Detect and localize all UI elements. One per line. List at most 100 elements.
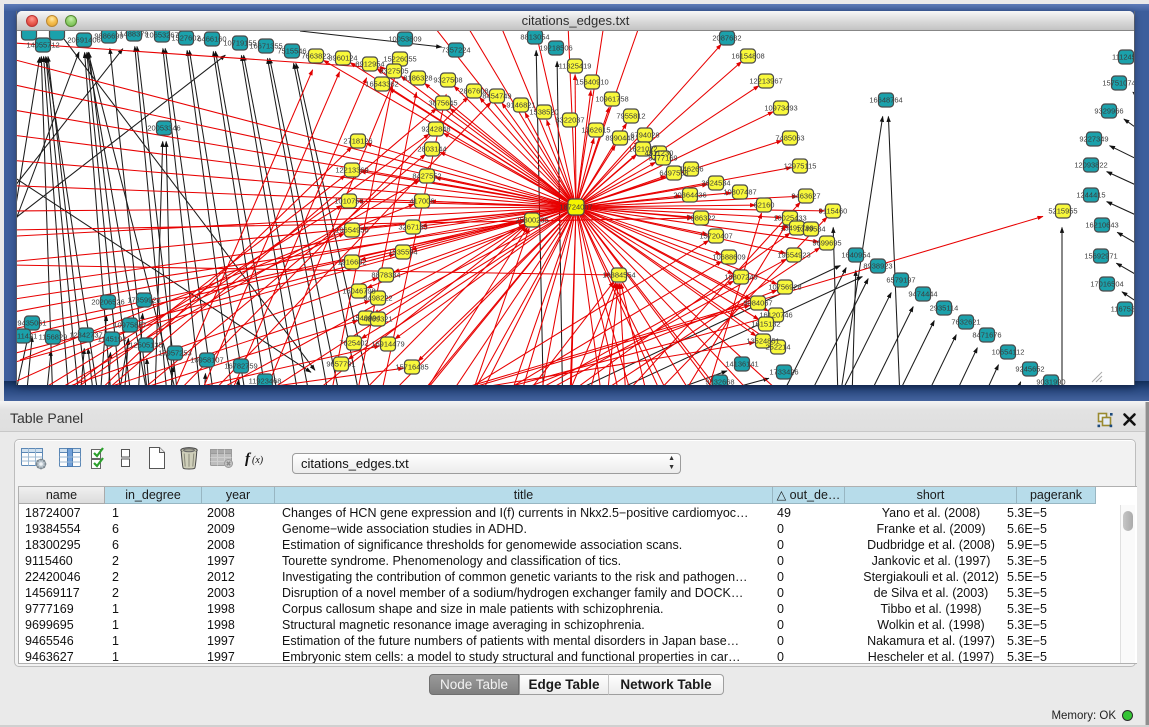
svg-text:17359928: 17359928 — [127, 296, 160, 305]
svg-text:15692971: 15692971 — [1084, 252, 1117, 261]
svg-text:20364436: 20364436 — [673, 191, 706, 200]
svg-text:7986322: 7986322 — [686, 214, 715, 223]
svg-text:10973493: 10973493 — [764, 104, 797, 113]
svg-text:62160: 62160 — [754, 201, 775, 210]
svg-text:15716485: 15716485 — [395, 363, 428, 372]
svg-text:8427552: 8427552 — [412, 172, 441, 181]
svg-text:9242848: 9242848 — [421, 125, 450, 134]
svg-text:9777169: 9777169 — [648, 154, 677, 163]
svg-text:6579197: 6579197 — [886, 276, 915, 285]
svg-text:9227349: 9227349 — [1079, 135, 1108, 144]
svg-text:16782759: 16782759 — [224, 362, 257, 371]
svg-text:6466160: 6466160 — [197, 35, 226, 44]
svg-text:16914479: 16914479 — [371, 340, 404, 349]
svg-text:19384554: 19384554 — [602, 271, 635, 280]
svg-text:3267130: 3267130 — [398, 223, 427, 232]
svg-text:8813054: 8813054 — [520, 33, 549, 42]
svg-text:9657791: 9657791 — [326, 360, 355, 369]
svg-text:10756928: 10756928 — [768, 283, 801, 292]
svg-text:9132668: 9132668 — [705, 378, 734, 385]
svg-text:1640954: 1640954 — [841, 251, 870, 260]
svg-text:15720407: 15720407 — [699, 232, 732, 241]
svg-text:1527602: 1527602 — [171, 34, 200, 43]
svg-text:6794028: 6794028 — [630, 131, 659, 140]
svg-text:8938923: 8938923 — [863, 262, 892, 271]
svg-text:12093822: 12093822 — [1074, 161, 1107, 170]
svg-text:19654923: 19654923 — [777, 251, 810, 260]
svg-text:9474444: 9474444 — [908, 290, 937, 299]
svg-text:252214: 252214 — [765, 343, 790, 352]
svg-text:1145194: 1145194 — [98, 335, 127, 344]
svg-text:1733426: 1733426 — [769, 368, 798, 377]
svg-text:8471676: 8471676 — [972, 331, 1001, 340]
svg-text:10975867: 10975867 — [113, 321, 146, 330]
svg-text:7663822: 7663822 — [301, 52, 330, 61]
svg-text:8878334: 8878334 — [371, 271, 400, 280]
svg-text:15640910: 15640910 — [575, 78, 608, 87]
svg-text:9031990: 9031990 — [1036, 378, 1065, 385]
svg-text:1112458: 1112458 — [1112, 53, 1134, 62]
svg-text:1349584: 1349584 — [796, 225, 825, 234]
svg-text:1244415: 1244415 — [1076, 191, 1105, 200]
svg-text:7357224: 7357224 — [441, 46, 470, 55]
svg-text:25300235: 25300235 — [515, 216, 548, 225]
svg-text:17957253: 17957253 — [158, 349, 191, 358]
svg-text:1156829: 1156829 — [39, 333, 68, 342]
svg-text:1615132: 1615132 — [751, 320, 780, 329]
svg-text:1010755: 1010755 — [334, 197, 363, 206]
svg-text:3875645: 3875645 — [428, 99, 457, 108]
svg-text:7625402: 7625402 — [339, 339, 368, 348]
svg-text:2803144: 2803144 — [417, 145, 446, 154]
svg-text:417006: 417006 — [409, 197, 434, 206]
svg-text:7955812: 7955812 — [616, 112, 645, 121]
svg-text:4869321: 4869321 — [363, 315, 392, 324]
svg-text:9245652: 9245652 — [1015, 365, 1044, 374]
svg-text:16120746: 16120746 — [759, 311, 792, 320]
svg-text:12213967: 12213967 — [749, 77, 782, 86]
svg-text:16543362: 16543362 — [365, 80, 398, 89]
svg-text:3624534: 3624534 — [701, 179, 730, 188]
svg-text:8322037: 8322037 — [555, 116, 584, 125]
svg-text:5215955: 5215955 — [1048, 207, 1077, 216]
svg-text:14055712: 14055712 — [26, 41, 59, 50]
svg-text:15751074: 15751074 — [1102, 79, 1134, 88]
svg-text:16210643: 16210643 — [1085, 221, 1118, 230]
svg-text:19654955: 19654955 — [335, 226, 368, 235]
svg-text:11325419: 11325419 — [559, 62, 592, 71]
svg-text:10025433: 10025433 — [773, 214, 806, 223]
svg-text:9115460: 9115460 — [819, 207, 848, 216]
svg-text:14136141: 14136141 — [725, 360, 758, 369]
svg-text:1538520: 1538520 — [529, 108, 558, 117]
svg-text:9699695: 9699695 — [812, 239, 841, 248]
svg-text:20206526: 20206526 — [91, 298, 124, 307]
svg-text:2718126: 2718126 — [343, 137, 372, 146]
svg-text:8454749: 8454749 — [482, 92, 511, 101]
svg-text:9329966: 9329966 — [1094, 107, 1123, 116]
svg-text:17016504: 17016504 — [1090, 280, 1123, 289]
svg-text:2087682: 2087682 — [712, 34, 741, 43]
svg-text:9435061: 9435061 — [17, 319, 46, 328]
svg-text:3911421: 3911421 — [17, 332, 37, 341]
svg-text:15226055: 15226055 — [383, 55, 416, 64]
svg-text:10053809: 10053809 — [388, 35, 421, 44]
svg-text:12213369: 12213369 — [335, 166, 368, 175]
svg-text:9327508: 9327508 — [433, 76, 462, 85]
svg-text:8186328: 8186328 — [403, 74, 432, 83]
svg-text:1935594: 1935594 — [388, 248, 417, 257]
svg-text:18724007: 18724007 — [559, 203, 592, 212]
svg-text:11923468: 11923468 — [249, 377, 282, 385]
svg-text:1488379: 1488379 — [119, 31, 148, 39]
svg-text:12975115: 12975115 — [784, 162, 817, 171]
svg-text:10688609: 10688609 — [712, 253, 745, 262]
svg-text:16648764: 16648764 — [869, 96, 902, 105]
svg-text:20053346: 20053346 — [147, 124, 180, 133]
svg-text:9498222: 9498222 — [363, 294, 392, 303]
svg-text:(x): (x) — [252, 455, 264, 466]
svg-text:10961758: 10961758 — [595, 95, 628, 104]
svg-text:9084067: 9084067 — [743, 299, 772, 308]
svg-text:18807249: 18807249 — [724, 273, 757, 282]
svg-text:8960124: 8960124 — [328, 54, 357, 63]
svg-text:2935114: 2935114 — [930, 304, 959, 313]
svg-text:746266: 746266 — [678, 165, 703, 174]
svg-text:1167534: 1167534 — [1111, 305, 1134, 314]
